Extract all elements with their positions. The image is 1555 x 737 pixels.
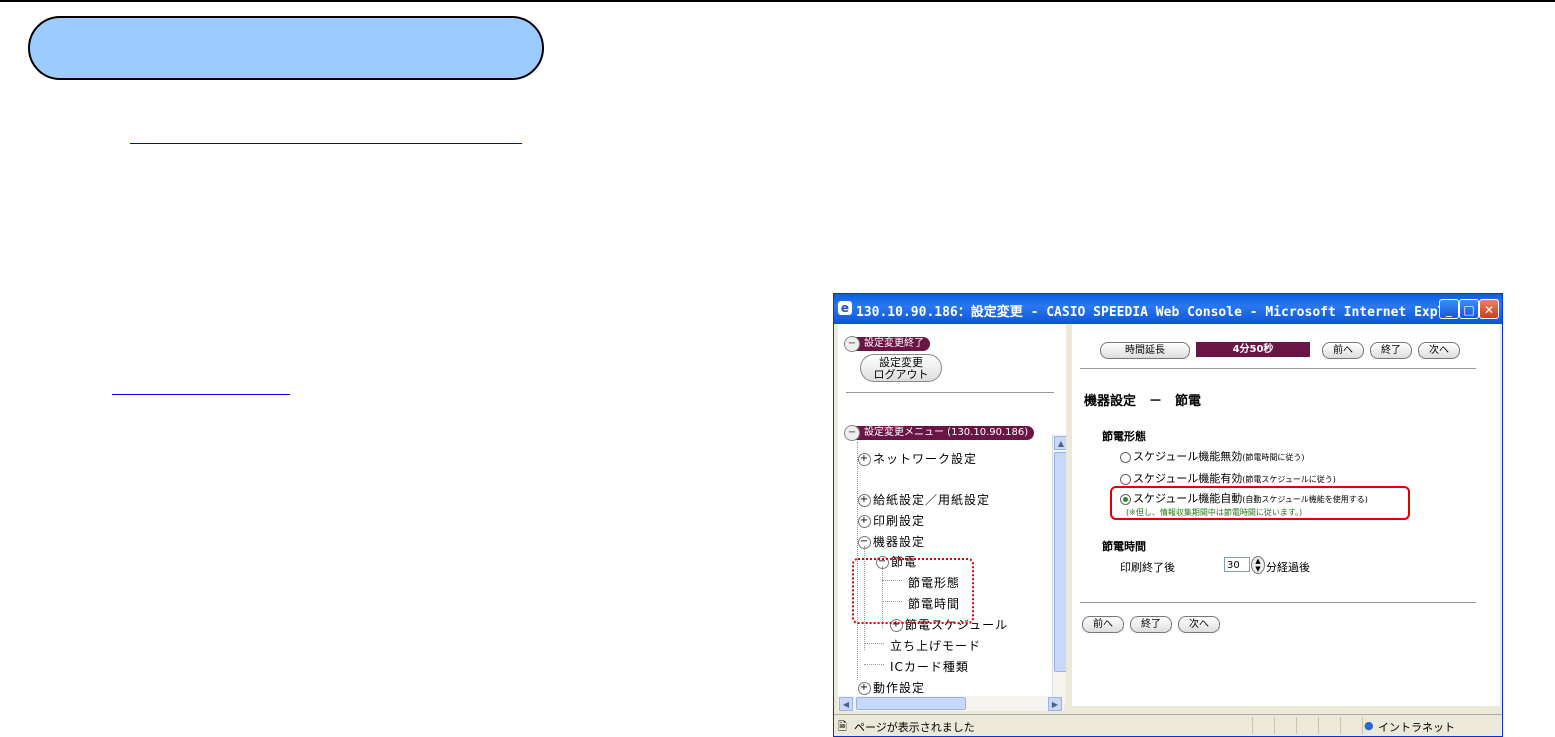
maximize-button[interactable]: □ [1459,299,1479,319]
ie-icon: e [838,301,852,315]
status-cell [1362,717,1363,734]
divider [1080,368,1476,369]
highlight-dotted-box [852,558,974,624]
status-cell [1274,717,1275,734]
collapse-icon[interactable]: − [844,336,860,352]
radio-circle[interactable] [1120,473,1131,485]
tree-label: 動作設定 [873,681,926,695]
zone-text: イントラネット [1378,721,1455,734]
expand-icon[interactable]: + [858,494,871,507]
end-button-bottom[interactable]: 終了 [1130,616,1172,633]
prev-button-bottom[interactable]: 前へ [1082,616,1124,633]
scroll-thumb[interactable] [856,697,966,710]
section-title-mode: 節電形態 [1102,430,1146,443]
close-button[interactable]: ✕ [1479,299,1499,319]
settings-menu-header: − 設定変更メニュー (130.10.90.186) [844,425,1035,441]
option-footnote: (※但し、情報収集期間中は節電時間に従います。) [1126,508,1303,517]
left-menu-frame: − 設定変更終了 設定変更 ログアウト − 設定変更メニュー (130.10.9… [838,324,1066,704]
divider [1080,602,1476,603]
status-bar: 🗎 ページが表示されました ● イントラネット [834,714,1502,736]
scroll-thumb[interactable] [1054,452,1066,672]
tree-item-operation[interactable]: + 動作設定 [858,679,925,696]
tree-line [864,664,884,665]
radio-schedule-disabled[interactable]: スケジュール機能無効(節電時間に従う) [1120,448,1304,464]
page-title: 機器設定 － 節電 [1084,394,1202,409]
vertical-scrollbar[interactable]: ▲ ▼ [1052,434,1066,704]
collapse-icon[interactable]: − [844,425,860,441]
tree-label: 機器設定 [873,535,926,549]
extend-time-button[interactable]: 時間延長 [1100,342,1190,359]
tree-label: ネットワーク設定 [873,452,978,466]
settings-menu-header-label: 設定変更メニュー (130.10.90.186) [864,427,1029,438]
radio-schedule-auto[interactable]: スケジュール機能自動(自動スケジュール機能を使用する) [1120,490,1368,506]
tree-item-print[interactable]: + 印刷設定 [858,512,925,529]
status-cell [1318,717,1319,734]
link-underline-2[interactable] [112,394,290,395]
radio-note: (節電時間に従う) [1242,453,1305,462]
tree-item-ic-card[interactable]: ICカード種類 [890,658,969,675]
prev-button[interactable]: 前へ [1322,342,1364,359]
tree-item-network[interactable]: + ネットワーク設定 [858,450,977,467]
radio-schedule-enabled[interactable]: スケジュール機能有効(節電スケジュールに従う) [1120,470,1336,486]
top-rule [0,0,1555,2]
radio-label: スケジュール機能有効 [1133,472,1243,485]
status-cell [1340,717,1341,734]
content-frame: 時間延長 4分50秒 前へ 終了 次へ 機器設定 － 節電 節電形態 スケジュー… [1072,324,1500,706]
section-title-time: 節電時間 [1102,540,1146,553]
next-button-bottom[interactable]: 次へ [1178,616,1220,633]
radio-label: スケジュール機能自動 [1133,492,1243,505]
minimize-button[interactable]: _ [1439,299,1459,319]
tree-item-startup[interactable]: 立ち上げモード [890,637,981,654]
next-button[interactable]: 次へ [1418,342,1460,359]
status-text: ページが表示されました [854,721,975,734]
logout-button[interactable]: 設定変更 ログアウト [860,354,942,382]
tree-label: 給紙設定／用紙設定 [873,493,991,507]
expand-icon[interactable]: + [858,515,871,528]
expand-icon[interactable]: + [858,453,871,466]
radio-circle-selected[interactable] [1120,493,1131,505]
window-title: 130.10.90.186：設定変更 - CASIO SPEEDIA Web C… [856,305,1477,320]
exit-header: − 設定変更終了 [844,336,930,352]
time-label: 印刷終了後 [1120,561,1175,574]
heading-banner [28,16,544,80]
exit-header-label: 設定変更終了 [864,338,924,349]
logout-label-2: ログアウト [873,368,929,381]
scroll-up-icon[interactable]: ▲ [1054,436,1066,450]
link-underline-1[interactable] [130,143,522,144]
tree-item-device[interactable]: − 機器設定 [858,533,925,550]
tree-item-paper[interactable]: + 給紙設定／用紙設定 [858,491,990,508]
tree-line [864,643,884,644]
menu-separator [846,392,1054,393]
browser-window: e 130.10.90.186：設定変更 - CASIO SPEEDIA Web… [833,293,1503,737]
end-button[interactable]: 終了 [1370,342,1412,359]
radio-note: (節電スケジュールに従う) [1242,475,1336,484]
scroll-right-icon[interactable]: ▶ [1048,697,1062,711]
status-cell [1252,717,1253,734]
intranet-icon: ● [1364,719,1374,732]
status-cell [1296,717,1297,734]
horizontal-scrollbar[interactable]: ◀ ▶ [838,696,1064,711]
page-icon: 🗎 [838,720,847,733]
radio-note: (自動スケジュール機能を使用する) [1242,495,1368,504]
tree-label: 印刷設定 [873,514,926,528]
title-bar: e 130.10.90.186：設定変更 - CASIO SPEEDIA Web… [834,294,1502,324]
time-suffix: 分経過後 [1266,561,1310,574]
timer-display: 4分50秒 [1196,342,1310,357]
scroll-left-icon[interactable]: ◀ [839,697,853,711]
radio-circle[interactable] [1120,451,1131,463]
minutes-input[interactable]: 30 [1224,557,1250,572]
radio-label: スケジュール機能無効 [1133,450,1243,463]
expand-icon[interactable]: + [858,682,871,695]
spinner-icon[interactable]: ▲ ▼ [1251,556,1265,574]
